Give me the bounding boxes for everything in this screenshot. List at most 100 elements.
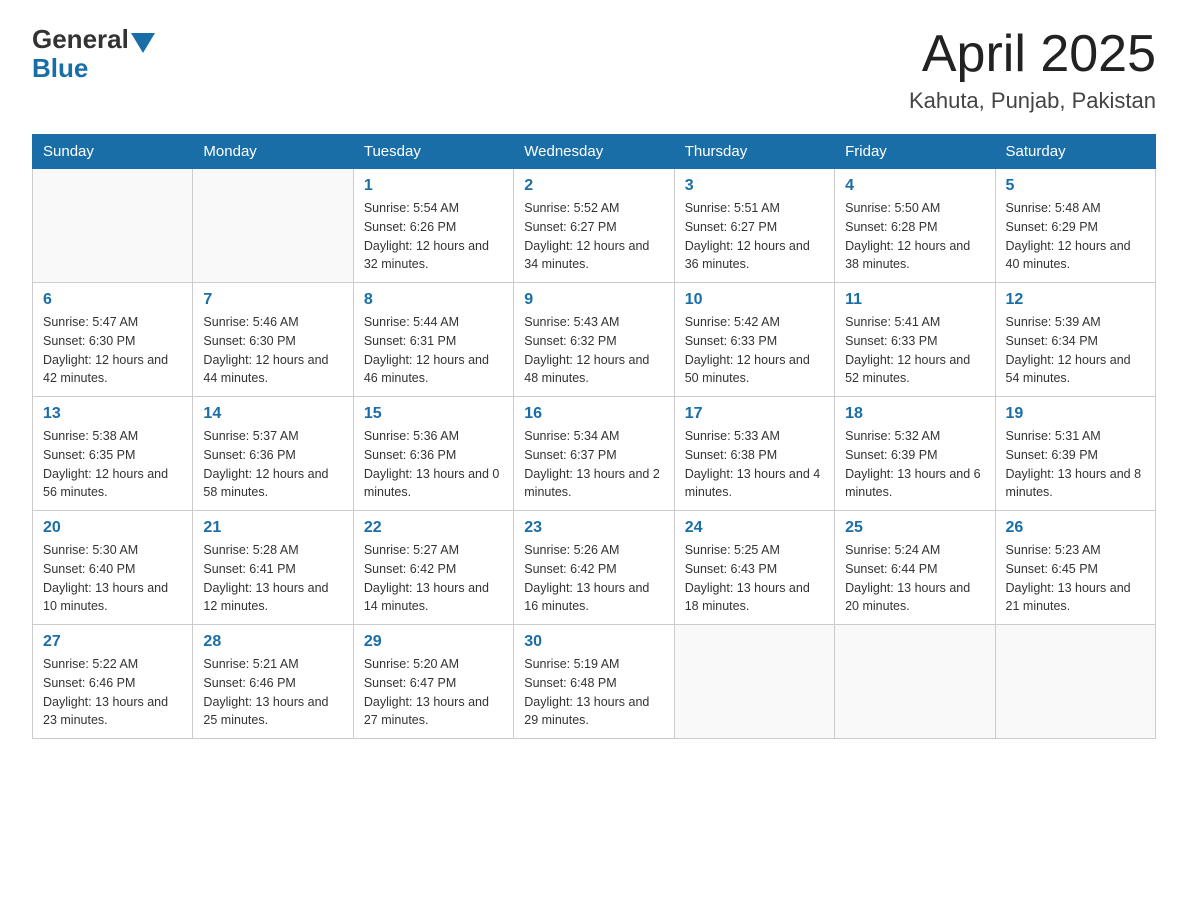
day-info: Sunrise: 5:42 AMSunset: 6:33 PMDaylight:… bbox=[685, 313, 824, 388]
day-info: Sunrise: 5:24 AMSunset: 6:44 PMDaylight:… bbox=[845, 541, 984, 616]
day-info: Sunrise: 5:21 AMSunset: 6:46 PMDaylight:… bbox=[203, 655, 342, 730]
day-number: 2 bbox=[524, 177, 663, 195]
day-info: Sunrise: 5:48 AMSunset: 6:29 PMDaylight:… bbox=[1006, 199, 1145, 274]
day-info: Sunrise: 5:36 AMSunset: 6:36 PMDaylight:… bbox=[364, 427, 503, 502]
day-number: 26 bbox=[1006, 519, 1145, 537]
day-info: Sunrise: 5:50 AMSunset: 6:28 PMDaylight:… bbox=[845, 199, 984, 274]
logo-general-text: General bbox=[32, 24, 129, 55]
day-number: 30 bbox=[524, 633, 663, 651]
day-number: 15 bbox=[364, 405, 503, 423]
calendar-cell: 9 Sunrise: 5:43 AMSunset: 6:32 PMDaylight… bbox=[514, 283, 674, 397]
calendar-day-header: Sunday bbox=[33, 135, 193, 169]
calendar-day-header: Monday bbox=[193, 135, 353, 169]
day-number: 7 bbox=[203, 291, 342, 309]
day-number: 12 bbox=[1006, 291, 1145, 309]
calendar-cell: 23Sunrise: 5:26 AMSunset: 6:42 PMDayligh… bbox=[514, 511, 674, 625]
calendar-cell: 4 Sunrise: 5:50 AMSunset: 6:28 PMDaylight… bbox=[835, 169, 995, 283]
day-number: 17 bbox=[685, 405, 824, 423]
day-number: 19 bbox=[1006, 405, 1145, 423]
calendar-cell: 22 Sunrise: 5:27 AMSunset: 6:42 PMDayligh… bbox=[353, 511, 513, 625]
day-number: 11 bbox=[845, 291, 984, 309]
month-title: April 2025 bbox=[909, 24, 1156, 84]
logo-triangle-icon bbox=[131, 33, 155, 53]
calendar-cell: 2 Sunrise: 5:52 AMSunset: 6:27 PMDaylight… bbox=[514, 169, 674, 283]
calendar-week-row: 1 Sunrise: 5:54 AMSunset: 6:26 PMDaylight… bbox=[33, 169, 1156, 283]
title-section: April 2025 Kahuta, Punjab, Pakistan bbox=[909, 24, 1156, 114]
calendar-cell: 19 Sunrise: 5:31 AMSunset: 6:39 PMDayligh… bbox=[995, 397, 1155, 511]
calendar-cell: 3Sunrise: 5:51 AMSunset: 6:27 PMDaylight… bbox=[674, 169, 834, 283]
calendar-cell: 18Sunrise: 5:32 AMSunset: 6:39 PMDayligh… bbox=[835, 397, 995, 511]
calendar-day-header: Friday bbox=[835, 135, 995, 169]
day-info: Sunrise: 5:47 AMSunset: 6:30 PMDaylight:… bbox=[43, 313, 182, 388]
day-info: Sunrise: 5:38 AMSunset: 6:35 PMDaylight:… bbox=[43, 427, 182, 502]
day-number: 16 bbox=[524, 405, 663, 423]
day-info: Sunrise: 5:44 AMSunset: 6:31 PMDaylight:… bbox=[364, 313, 503, 388]
calendar-cell: 6 Sunrise: 5:47 AMSunset: 6:30 PMDaylight… bbox=[33, 283, 193, 397]
day-number: 28 bbox=[203, 633, 342, 651]
day-info: Sunrise: 5:28 AMSunset: 6:41 PMDaylight:… bbox=[203, 541, 342, 616]
calendar-cell: 15 Sunrise: 5:36 AMSunset: 6:36 PMDayligh… bbox=[353, 397, 513, 511]
calendar-day-header: Saturday bbox=[995, 135, 1155, 169]
day-number: 13 bbox=[43, 405, 182, 423]
calendar-cell: 10 Sunrise: 5:42 AMSunset: 6:33 PMDayligh… bbox=[674, 283, 834, 397]
day-info: Sunrise: 5:34 AMSunset: 6:37 PMDaylight:… bbox=[524, 427, 663, 502]
day-number: 1 bbox=[364, 177, 503, 195]
calendar-cell: 26Sunrise: 5:23 AMSunset: 6:45 PMDayligh… bbox=[995, 511, 1155, 625]
calendar-week-row: 20 Sunrise: 5:30 AMSunset: 6:40 PMDayligh… bbox=[33, 511, 1156, 625]
day-info: Sunrise: 5:27 AMSunset: 6:42 PMDaylight:… bbox=[364, 541, 503, 616]
day-number: 18 bbox=[845, 405, 984, 423]
day-number: 21 bbox=[203, 519, 342, 537]
calendar-cell: 29 Sunrise: 5:20 AMSunset: 6:47 PMDayligh… bbox=[353, 625, 513, 739]
day-number: 25 bbox=[845, 519, 984, 537]
calendar-cell bbox=[33, 169, 193, 283]
day-number: 29 bbox=[364, 633, 503, 651]
calendar-cell: 13 Sunrise: 5:38 AMSunset: 6:35 PMDayligh… bbox=[33, 397, 193, 511]
day-info: Sunrise: 5:22 AMSunset: 6:46 PMDaylight:… bbox=[43, 655, 182, 730]
calendar-week-row: 13 Sunrise: 5:38 AMSunset: 6:35 PMDayligh… bbox=[33, 397, 1156, 511]
calendar-cell: 20 Sunrise: 5:30 AMSunset: 6:40 PMDayligh… bbox=[33, 511, 193, 625]
day-info: Sunrise: 5:43 AMSunset: 6:32 PMDaylight:… bbox=[524, 313, 663, 388]
day-number: 24 bbox=[685, 519, 824, 537]
day-info: Sunrise: 5:26 AMSunset: 6:42 PMDaylight:… bbox=[524, 541, 663, 616]
calendar-cell: 12Sunrise: 5:39 AMSunset: 6:34 PMDayligh… bbox=[995, 283, 1155, 397]
logo: General Blue bbox=[32, 24, 155, 84]
day-info: Sunrise: 5:31 AMSunset: 6:39 PMDaylight:… bbox=[1006, 427, 1145, 502]
day-info: Sunrise: 5:51 AMSunset: 6:27 PMDaylight:… bbox=[685, 199, 824, 274]
day-info: Sunrise: 5:52 AMSunset: 6:27 PMDaylight:… bbox=[524, 199, 663, 274]
day-number: 20 bbox=[43, 519, 182, 537]
calendar-header-row: SundayMondayTuesdayWednesdayThursdayFrid… bbox=[33, 135, 1156, 169]
calendar-cell: 21 Sunrise: 5:28 AMSunset: 6:41 PMDayligh… bbox=[193, 511, 353, 625]
calendar-cell: 17Sunrise: 5:33 AMSunset: 6:38 PMDayligh… bbox=[674, 397, 834, 511]
day-number: 9 bbox=[524, 291, 663, 309]
day-number: 6 bbox=[43, 291, 182, 309]
day-number: 10 bbox=[685, 291, 824, 309]
day-info: Sunrise: 5:25 AMSunset: 6:43 PMDaylight:… bbox=[685, 541, 824, 616]
day-number: 5 bbox=[1006, 177, 1145, 195]
calendar-day-header: Wednesday bbox=[514, 135, 674, 169]
day-number: 22 bbox=[364, 519, 503, 537]
calendar-cell: 8Sunrise: 5:44 AMSunset: 6:31 PMDaylight… bbox=[353, 283, 513, 397]
calendar-cell bbox=[835, 625, 995, 739]
day-info: Sunrise: 5:37 AMSunset: 6:36 PMDaylight:… bbox=[203, 427, 342, 502]
calendar-cell bbox=[995, 625, 1155, 739]
day-number: 14 bbox=[203, 405, 342, 423]
day-info: Sunrise: 5:46 AMSunset: 6:30 PMDaylight:… bbox=[203, 313, 342, 388]
logo-blue-text: Blue bbox=[32, 53, 88, 84]
calendar-week-row: 6 Sunrise: 5:47 AMSunset: 6:30 PMDaylight… bbox=[33, 283, 1156, 397]
page-header: General Blue April 2025 Kahuta, Punjab, … bbox=[32, 24, 1156, 114]
day-info: Sunrise: 5:41 AMSunset: 6:33 PMDaylight:… bbox=[845, 313, 984, 388]
day-number: 4 bbox=[845, 177, 984, 195]
calendar-cell: 7 Sunrise: 5:46 AMSunset: 6:30 PMDaylight… bbox=[193, 283, 353, 397]
calendar-cell: 11 Sunrise: 5:41 AMSunset: 6:33 PMDayligh… bbox=[835, 283, 995, 397]
calendar-cell: 16 Sunrise: 5:34 AMSunset: 6:37 PMDayligh… bbox=[514, 397, 674, 511]
calendar-cell: 27Sunrise: 5:22 AMSunset: 6:46 PMDayligh… bbox=[33, 625, 193, 739]
day-info: Sunrise: 5:54 AMSunset: 6:26 PMDaylight:… bbox=[364, 199, 503, 274]
calendar-day-header: Thursday bbox=[674, 135, 834, 169]
calendar-cell bbox=[193, 169, 353, 283]
day-info: Sunrise: 5:30 AMSunset: 6:40 PMDaylight:… bbox=[43, 541, 182, 616]
day-info: Sunrise: 5:20 AMSunset: 6:47 PMDaylight:… bbox=[364, 655, 503, 730]
calendar-cell: 25 Sunrise: 5:24 AMSunset: 6:44 PMDayligh… bbox=[835, 511, 995, 625]
calendar-cell: 14 Sunrise: 5:37 AMSunset: 6:36 PMDayligh… bbox=[193, 397, 353, 511]
calendar-table: SundayMondayTuesdayWednesdayThursdayFrid… bbox=[32, 134, 1156, 739]
calendar-cell: 24 Sunrise: 5:25 AMSunset: 6:43 PMDayligh… bbox=[674, 511, 834, 625]
